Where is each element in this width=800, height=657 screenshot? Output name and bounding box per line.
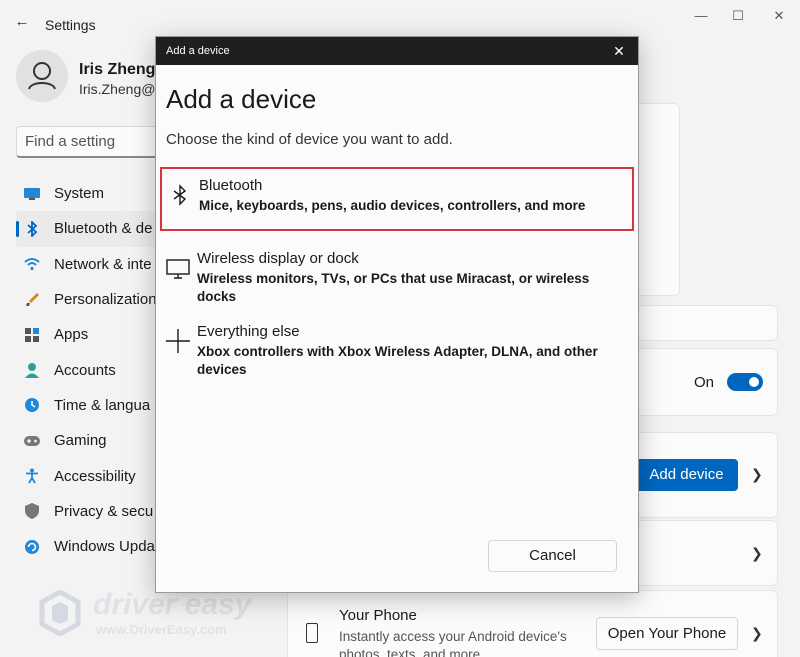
brush-icon [24, 292, 40, 308]
sidebar-item-accessibility[interactable]: Accessibility [16, 458, 166, 493]
dialog-subtitle: Choose the kind of device you want to ad… [166, 131, 453, 148]
window-titlebar: ← Settings — ☐ ✕ [0, 0, 800, 40]
phone-icon [306, 623, 318, 643]
option-everything-else[interactable]: Everything else Xbox controllers with Xb… [160, 315, 634, 391]
your-phone-description: Instantly access your Android device's p… [339, 629, 567, 657]
watermark: driver easy www.DriverEasy.com [38, 588, 258, 648]
dialog-close-icon[interactable]: ✕ [610, 42, 628, 60]
sidebar-item-gaming[interactable]: Gaming [16, 423, 166, 458]
cancel-button[interactable]: Cancel [488, 540, 617, 572]
dialog-titlebar: Add a device ✕ [156, 37, 638, 65]
user-email: Iris.Zheng@ [79, 81, 156, 97]
dialog-heading: Add a device [166, 84, 317, 114]
sidebar-item-apps[interactable]: Apps [16, 317, 166, 352]
accessibility-icon [24, 468, 40, 484]
maximize-button[interactable]: ☐ [723, 6, 753, 26]
sidebar-nav: System Bluetooth & de Network & inte Per… [16, 176, 166, 564]
sidebar-item-label: Network & inte [54, 255, 152, 273]
sidebar-item-label: Time & langua [54, 396, 151, 414]
update-icon [24, 539, 40, 555]
chevron-right-icon[interactable]: ❯ [751, 466, 763, 483]
sidebar-item-time-language[interactable]: Time & langua [16, 388, 166, 423]
sidebar-item-system[interactable]: System [16, 176, 166, 211]
monitor-icon [24, 186, 40, 202]
dialog-window-title: Add a device [166, 45, 230, 57]
option-title: Everything else [197, 323, 300, 340]
bluetooth-toggle[interactable] [727, 373, 763, 391]
user-name: Iris Zheng [79, 61, 156, 78]
add-device-dialog: Add a device ✕ Add a device Choose the k… [155, 36, 639, 593]
close-button[interactable]: ✕ [764, 6, 794, 26]
bluetooth-toggle-label: On [694, 374, 715, 391]
add-device-button[interactable]: Add device [625, 459, 738, 491]
sidebar-item-windows-update[interactable]: Windows Upda [16, 529, 166, 564]
option-wireless-display[interactable]: Wireless display or dock Wireless monito… [160, 242, 634, 306]
option-title: Bluetooth [199, 177, 263, 194]
sidebar-item-label: System [54, 185, 105, 203]
sidebar-item-label: Bluetooth & de [54, 220, 153, 238]
sidebar-item-label: Apps [54, 326, 89, 344]
watermark-brand: driver easy [93, 588, 252, 621]
sidebar-item-network[interactable]: Network & inte [16, 247, 166, 282]
option-description: Mice, keyboards, pens, audio devices, co… [199, 198, 586, 213]
avatar[interactable] [16, 50, 68, 102]
sidebar-item-label: Gaming [54, 432, 107, 450]
back-arrow-icon[interactable]: ← [12, 12, 32, 32]
sidebar-item-label: Privacy & secu [54, 502, 154, 520]
sidebar-item-label: Accounts [54, 361, 116, 379]
watermark-url: www.DriverEasy.com [96, 622, 227, 637]
sidebar-item-privacy[interactable]: Privacy & secu [16, 494, 166, 529]
open-your-phone-button[interactable]: Open Your Phone [596, 617, 738, 650]
shield-icon [24, 503, 40, 520]
person-icon [28, 62, 56, 90]
bluetooth-icon [173, 184, 187, 206]
sidebar-item-personalization[interactable]: Personalization [16, 282, 166, 317]
sidebar-item-bluetooth[interactable]: Bluetooth & de [16, 211, 166, 247]
gamepad-icon [24, 433, 40, 449]
sidebar-item-accounts[interactable]: Accounts [16, 352, 166, 387]
minimize-button[interactable]: — [686, 6, 716, 26]
plus-icon [166, 329, 190, 353]
sidebar-item-label: Personalization [54, 291, 157, 309]
your-phone-title: Your Phone [339, 607, 417, 624]
app-title: Settings [45, 17, 96, 33]
option-bluetooth[interactable]: Bluetooth Mice, keyboards, pens, audio d… [160, 167, 634, 231]
option-description: Xbox controllers with Xbox Wireless Adap… [197, 344, 598, 377]
globe-clock-icon [24, 397, 40, 413]
person-icon [24, 362, 40, 379]
sidebar-item-label: Windows Upda [54, 538, 155, 556]
wifi-icon [24, 256, 40, 272]
apps-icon [24, 327, 40, 343]
driver-easy-logo-icon [39, 590, 81, 636]
chevron-right-icon[interactable]: ❯ [751, 625, 763, 642]
chevron-right-icon[interactable]: ❯ [751, 545, 763, 562]
display-icon [166, 259, 190, 279]
bluetooth-icon [24, 220, 40, 237]
option-title: Wireless display or dock [197, 250, 359, 267]
sidebar-item-label: Accessibility [54, 467, 136, 485]
option-description: Wireless monitors, TVs, or PCs that use … [197, 271, 590, 304]
